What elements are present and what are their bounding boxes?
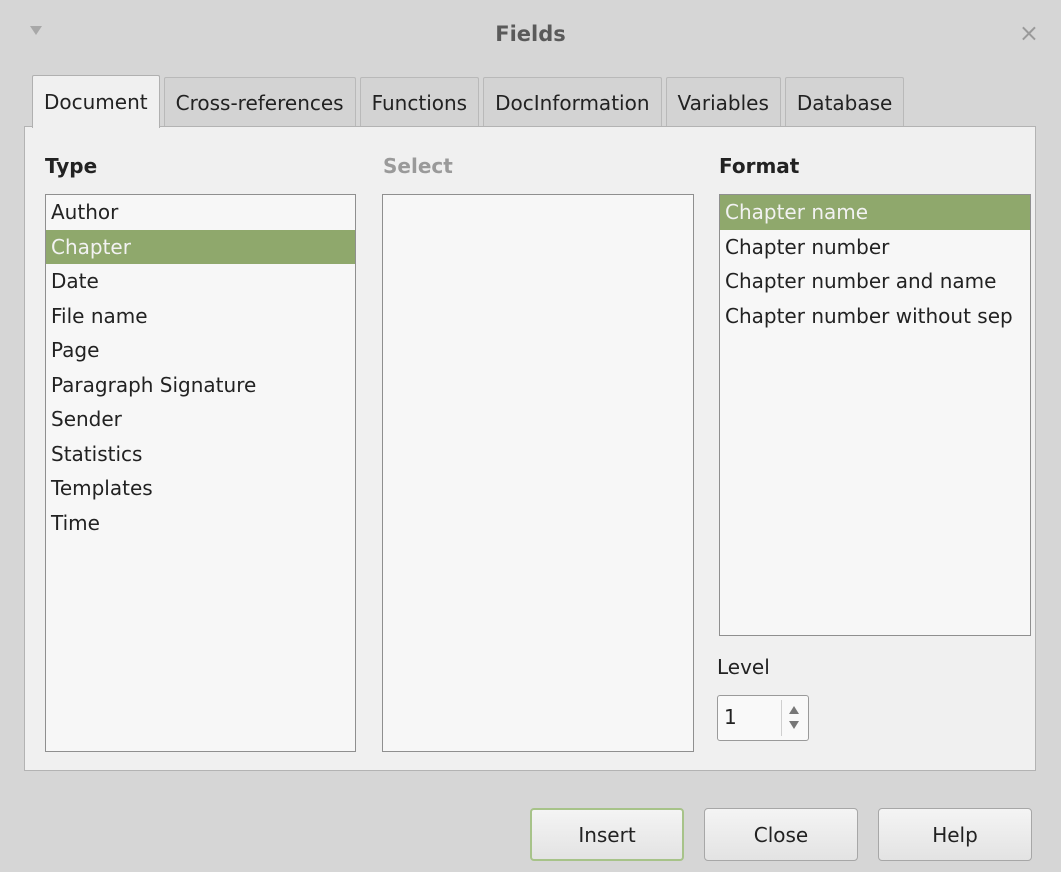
- dialog-title: Fields: [495, 22, 566, 46]
- spin-down-icon[interactable]: [789, 721, 799, 729]
- tab-docinformation[interactable]: DocInformation: [483, 77, 662, 127]
- help-button[interactable]: Help: [878, 808, 1032, 861]
- fields-dialog: Fields × Document Cross-references Funct…: [0, 0, 1061, 872]
- level-label: Level: [717, 655, 770, 679]
- list-item[interactable]: Page: [46, 333, 355, 368]
- select-listbox[interactable]: [382, 194, 694, 752]
- title-bar: Fields ×: [0, 0, 1061, 70]
- type-listbox[interactable]: Author Chapter Date File name Page Parag…: [45, 194, 356, 752]
- select-heading: Select: [383, 154, 453, 178]
- list-item[interactable]: Time: [46, 506, 355, 541]
- list-item[interactable]: Templates: [46, 471, 355, 506]
- spin-divider: [781, 700, 782, 736]
- format-listbox[interactable]: Chapter name Chapter number Chapter numb…: [719, 194, 1031, 636]
- list-item[interactable]: Chapter number and name: [720, 264, 1030, 299]
- list-item[interactable]: Author: [46, 195, 355, 230]
- list-item[interactable]: Chapter number: [720, 230, 1030, 265]
- tab-document[interactable]: Document: [32, 75, 160, 128]
- list-item[interactable]: File name: [46, 299, 355, 334]
- list-item[interactable]: Chapter number without sep: [720, 299, 1030, 334]
- spin-up-icon[interactable]: [789, 706, 799, 714]
- tab-panel-document: Type Select Format Author Chapter Date F…: [24, 126, 1036, 771]
- list-item[interactable]: Paragraph Signature: [46, 368, 355, 403]
- close-button[interactable]: Close: [704, 808, 858, 861]
- list-item[interactable]: Date: [46, 264, 355, 299]
- close-icon[interactable]: ×: [1019, 18, 1039, 48]
- list-item[interactable]: Sender: [46, 402, 355, 437]
- tab-functions[interactable]: Functions: [359, 77, 480, 127]
- level-value[interactable]: 1: [724, 705, 737, 729]
- level-spinbox[interactable]: 1: [717, 695, 809, 741]
- tab-variables[interactable]: Variables: [665, 77, 781, 127]
- type-heading: Type: [45, 154, 98, 178]
- tab-cross-references[interactable]: Cross-references: [163, 77, 356, 127]
- list-item[interactable]: Chapter: [46, 229, 355, 264]
- tab-bar: Document Cross-references Functions DocI…: [32, 75, 908, 128]
- list-item[interactable]: Statistics: [46, 437, 355, 472]
- insert-button[interactable]: Insert: [530, 808, 684, 861]
- tab-database[interactable]: Database: [784, 77, 905, 127]
- list-item[interactable]: Chapter name: [720, 195, 1030, 230]
- format-heading: Format: [719, 154, 800, 178]
